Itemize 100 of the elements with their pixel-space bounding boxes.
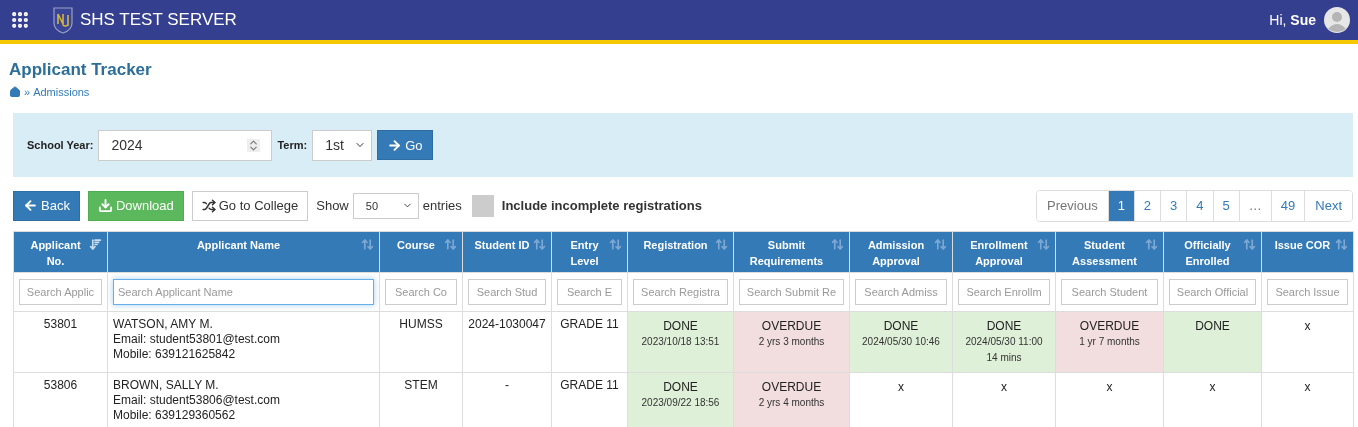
- column-header[interactable]: Applicant No.: [13, 231, 108, 273]
- sort-icon[interactable]: [1037, 238, 1050, 251]
- checkbox[interactable]: [471, 194, 494, 217]
- status-detail: 14 mins: [986, 351, 1022, 365]
- arrow-right-icon[interactable]: [387, 137, 403, 153]
- greeting: Hi, Sue: [1269, 12, 1316, 28]
- column-search-field[interactable]: Search Registra: [633, 279, 728, 305]
- school-year-field[interactable]: 2024: [98, 129, 273, 161]
- column-header[interactable]: Submit Requirements: [733, 231, 850, 273]
- avatar-icon[interactable]: [1324, 7, 1350, 33]
- sort-ascending-icon[interactable]: [89, 238, 102, 251]
- course: STEM: [404, 378, 438, 393]
- field-label: School Year:: [27, 139, 94, 151]
- app-title: SHS TEST SERVER: [80, 10, 237, 30]
- breadcrumb-separator: »: [24, 86, 31, 98]
- column-header[interactable]: Student ID: [462, 231, 552, 273]
- sort-icon[interactable]: [1145, 238, 1158, 251]
- column-header[interactable]: Entry Level: [551, 231, 628, 273]
- status-label: OVERDUE: [761, 318, 822, 334]
- status-label: DONE: [986, 318, 1022, 334]
- pagination-link[interactable]: Next: [1304, 190, 1352, 221]
- status-detail: 2023/10/18 13:51: [641, 335, 720, 349]
- column-search-field[interactable]: Search Official: [1169, 279, 1256, 305]
- column-header[interactable]: Registration: [627, 231, 734, 273]
- status-label: x: [1001, 379, 1007, 395]
- applicant-name: WATSON, AMY M.: [113, 317, 213, 332]
- sort-icon[interactable]: [533, 238, 546, 251]
- sort-icon[interactable]: [715, 238, 728, 251]
- home-icon[interactable]: [9, 86, 21, 98]
- status-label: DONE: [663, 318, 698, 334]
- applicant-mobile: Mobile: 639121625842: [113, 347, 236, 362]
- arrow-left-icon[interactable]: [23, 198, 38, 213]
- column-search-field[interactable]: Search Admiss: [855, 279, 947, 305]
- entry-level: GRADE 11: [560, 378, 619, 393]
- applicant-email: Email: student53806@test.com: [113, 393, 280, 408]
- breadcrumb-link[interactable]: Admissions: [33, 86, 90, 98]
- column-search-field[interactable]: Search Submit Re: [739, 279, 844, 305]
- student-id: 2024-1030047: [468, 317, 546, 332]
- term-select[interactable]: 1st: [312, 129, 373, 161]
- course: HUMSS: [399, 317, 443, 332]
- sort-icon[interactable]: [609, 238, 622, 251]
- sort-icon[interactable]: [444, 238, 457, 251]
- status-label: OVERDUE: [1079, 318, 1140, 334]
- checkbox-label[interactable]: Include incomplete registrations: [501, 198, 702, 213]
- column-header[interactable]: Course: [379, 231, 463, 273]
- status-label: DONE: [883, 318, 919, 334]
- status-label: x: [1106, 379, 1113, 395]
- applicant-number: 53801: [43, 317, 78, 332]
- column-search-field[interactable]: Search Applicant Name: [113, 279, 374, 305]
- back-button[interactable]: Back: [13, 190, 80, 221]
- status-detail: 2 yrs 3 months: [758, 335, 825, 349]
- download-button[interactable]: Download: [87, 190, 184, 221]
- column-search-field[interactable]: Search Enrollm: [958, 279, 1050, 305]
- column-search-field[interactable]: Search Applic: [19, 279, 102, 305]
- sort-icon[interactable]: [1243, 238, 1256, 251]
- entries-label: entries: [422, 198, 462, 213]
- status-detail: 2023/09/22 18:56: [641, 396, 720, 410]
- go-to-college-button[interactable]: Go to College: [191, 190, 309, 221]
- download-icon[interactable]: [97, 198, 113, 213]
- status-label: x: [1304, 318, 1311, 334]
- column-search-field[interactable]: Search Student: [1061, 279, 1158, 305]
- status-detail: 2024/05/30 11:00: [965, 335, 1043, 349]
- status-label: x: [1209, 379, 1216, 395]
- sort-icon[interactable]: [1335, 238, 1348, 251]
- sort-icon[interactable]: [361, 238, 374, 251]
- shuffle-icon[interactable]: [201, 198, 216, 213]
- status-detail: 2 yrs 4 months: [758, 396, 825, 410]
- applicant-email: Email: student53801@test.com: [113, 332, 280, 347]
- entries-select[interactable]: 50: [352, 192, 419, 219]
- apps-menu-icon[interactable]: [10, 10, 30, 30]
- school-logo: [52, 6, 74, 34]
- sort-icon[interactable]: [934, 238, 947, 251]
- column-search-field[interactable]: Search Issue: [1267, 279, 1348, 305]
- page-title: Applicant Tracker: [9, 60, 152, 80]
- column-header[interactable]: Applicant Name: [107, 231, 380, 273]
- column-header[interactable]: Student Assessment: [1055, 231, 1164, 273]
- column-search-field[interactable]: Search Stud: [468, 279, 546, 305]
- sort-icon[interactable]: [831, 238, 844, 251]
- entry-level: GRADE 11: [560, 317, 619, 332]
- column-header[interactable]: Issue COR: [1261, 231, 1354, 273]
- status-label: x: [1304, 379, 1311, 395]
- applicant-mobile: Mobile: 639129360562: [113, 408, 236, 423]
- column-header[interactable]: Admission Approval: [849, 231, 953, 273]
- status-label: OVERDUE: [761, 379, 822, 395]
- status-label: x: [898, 379, 904, 395]
- column-header[interactable]: Officially Enrolled: [1163, 231, 1262, 273]
- status-label: DONE: [663, 379, 698, 395]
- column-header[interactable]: Enrollment Approval: [952, 231, 1056, 273]
- column-search-field[interactable]: Search E: [557, 279, 622, 305]
- status-label: DONE: [1195, 318, 1230, 334]
- student-id: -: [505, 378, 509, 393]
- status-detail: 2024/05/30 10:46: [862, 335, 940, 349]
- field-label: Term:: [277, 139, 308, 151]
- applicant-name: BROWN, SALLY M.: [113, 378, 219, 393]
- pagination-link[interactable]: 1: [1107, 190, 1134, 221]
- status-detail: 1 yr 7 months: [1079, 335, 1140, 349]
- column-search-field[interactable]: Search Co: [385, 279, 457, 305]
- applicant-number: 53806: [43, 378, 78, 393]
- show-label: Show: [316, 198, 349, 213]
- go-button[interactable]: Go: [377, 130, 433, 160]
